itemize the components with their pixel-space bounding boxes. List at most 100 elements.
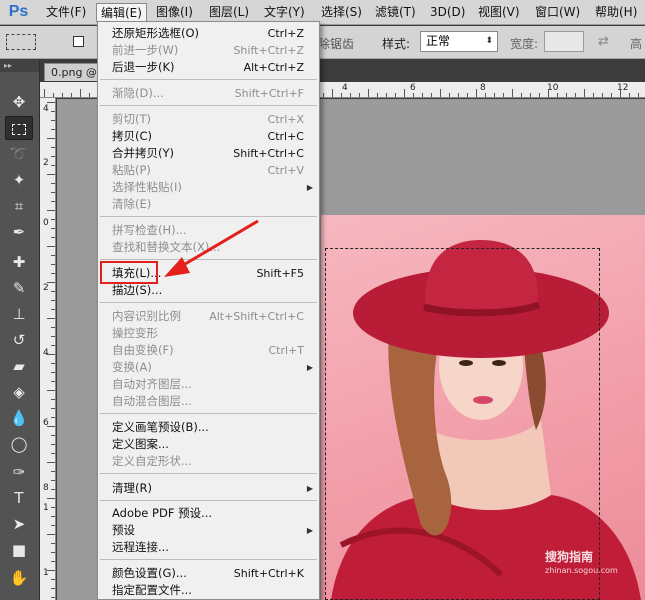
ruler-tick (71, 93, 72, 97)
menu-item-copy-merged[interactable]: 合并拷贝(Y) Shift+Ctrl+C (98, 145, 319, 162)
menu-item-define-shape[interactable]: 定义自定形状... (98, 453, 319, 470)
ruler-tick (80, 89, 81, 97)
menu-layer[interactable]: 图层(L) (205, 3, 253, 22)
ruler-tick (51, 588, 55, 589)
style-select[interactable]: 正常 ⬍ (420, 31, 498, 52)
clone-stamp-icon[interactable]: ⊥ (5, 302, 33, 326)
crop-icon[interactable]: ⌗ (5, 194, 33, 218)
menu-item-copy[interactable]: 拷贝(C) Ctrl+C (98, 128, 319, 145)
new-selection-icon[interactable] (73, 36, 84, 47)
menu-image[interactable]: 图像(I) (152, 3, 197, 22)
ruler-tick (47, 246, 55, 247)
dodge-icon[interactable]: ◯ (5, 432, 33, 456)
ruler-tick (44, 89, 45, 97)
eraser-icon[interactable]: ▰ (5, 354, 33, 378)
menu-item-content-aware-scale[interactable]: 内容识别比例 Alt+Shift+Ctrl+C (98, 308, 319, 325)
menu-edit[interactable]: 编辑(E) (96, 3, 147, 22)
menu-separator (100, 559, 317, 560)
ruler-tick (449, 93, 450, 97)
ruler-tick (51, 543, 55, 544)
marquee-preset-icon[interactable] (6, 34, 36, 50)
menu-view[interactable]: 视图(V) (474, 3, 524, 22)
menu-item-define-pattern[interactable]: 定义图案... (98, 436, 319, 453)
menu-separator (100, 500, 317, 501)
shape-icon[interactable]: ■ (5, 538, 33, 562)
ruler-tick (51, 381, 55, 382)
menu-window[interactable]: 窗口(W) (531, 3, 584, 22)
menu-file[interactable]: 文件(F) (42, 3, 90, 22)
menu-separator (100, 473, 317, 474)
magic-wand-icon[interactable]: ✦ (5, 168, 33, 192)
ruler-tick (51, 561, 55, 562)
menu-item-clear[interactable]: 清除(E) (98, 196, 319, 213)
menu-item-cut[interactable]: 剪切(T) Ctrl+X (98, 111, 319, 128)
menu-separator (100, 105, 317, 106)
paint-bucket-icon[interactable]: ◈ (5, 380, 33, 404)
menu-item-undo-marquee[interactable]: 还原矩形选框(O) Ctrl+Z (98, 25, 319, 42)
ruler-tick (47, 570, 55, 571)
toolbox-collapse-icon[interactable]: ▸▸ (0, 60, 39, 72)
ruler-tick (332, 89, 333, 97)
watermark-sub: zhinan.sogou.com (545, 566, 618, 575)
menu-item-free-transform[interactable]: 自由变换(F) Ctrl+T (98, 342, 319, 359)
ruler-tick (575, 93, 576, 97)
ruler-tick (51, 129, 55, 130)
ruler-tick (47, 138, 55, 139)
ruler-tick (51, 552, 55, 553)
ruler-number: 4 (43, 348, 49, 358)
menu-help[interactable]: 帮助(H) (591, 3, 641, 22)
ruler-tick (51, 435, 55, 436)
menu-item-remote-connections[interactable]: 远程连接... (98, 539, 319, 556)
brush-icon[interactable]: ✎ (5, 276, 33, 300)
eyedropper-icon[interactable]: ✒ (5, 220, 33, 244)
document-tab[interactable]: 0.png @ (44, 63, 100, 81)
menu-item-purge[interactable]: 清理(R) ▶ (98, 480, 319, 497)
toolbox: ▸▸ ✥ ➰ ✦ ⌗ ✒ ✚ ✎ ⊥ ↺ ▰ ◈ 💧 ◯ ✑ T ➤ ■ ✋ (0, 60, 40, 600)
menu-filter[interactable]: 滤镜(T) (371, 3, 420, 22)
width-input[interactable] (544, 31, 584, 52)
type-icon[interactable]: T (5, 486, 33, 510)
menu-item-define-brush[interactable]: 定义画笔预设(B)... (98, 419, 319, 436)
menu-select[interactable]: 选择(S) (317, 3, 366, 22)
menu-item-assign-profile[interactable]: 指定配置文件... (98, 582, 319, 599)
ruler-tick (485, 93, 486, 97)
menu-type[interactable]: 文字(Y) (260, 3, 309, 22)
hand-icon[interactable]: ✋ (5, 566, 33, 590)
submenu-arrow-icon: ▶ (306, 484, 313, 493)
menu-item-step-backward[interactable]: 后退一步(K) Alt+Ctrl+Z (98, 59, 319, 76)
menu-3d[interactable]: 3D(D) (426, 3, 469, 22)
ruler-tick (47, 462, 55, 463)
menu-item-puppet-warp[interactable]: 操控变形 (98, 325, 319, 342)
ruler-tick (47, 174, 55, 175)
move-icon[interactable]: ✥ (5, 90, 33, 114)
healing-brush-icon[interactable]: ✚ (5, 250, 33, 274)
menu-item-color-settings[interactable]: 颜色设置(G)... Shift+Ctrl+K (98, 565, 319, 582)
pen-icon[interactable]: ✑ (5, 460, 33, 484)
menu-item-presets[interactable]: 预设 ▶ (98, 522, 319, 539)
ruler-tick (539, 93, 540, 97)
lasso-icon[interactable]: ➰ (5, 142, 33, 166)
ruler-tick (413, 93, 414, 97)
ruler-tick (638, 93, 639, 97)
swap-icon[interactable]: ⇄ (598, 34, 609, 49)
ruler-tick (89, 93, 90, 97)
blur-icon[interactable]: 💧 (5, 406, 33, 430)
menu-item-step-forward[interactable]: 前进一步(W) Shift+Ctrl+Z (98, 42, 319, 59)
menu-item-transform[interactable]: 变换(A) ▶ (98, 359, 319, 376)
ruler-tick (548, 89, 549, 97)
ruler-tick (62, 93, 63, 97)
history-brush-icon[interactable]: ↺ (5, 328, 33, 352)
ruler-tick (51, 273, 55, 274)
path-selection-icon[interactable]: ➤ (5, 512, 33, 536)
menu-item-paste[interactable]: 粘贴(P) Ctrl+V (98, 162, 319, 179)
menu-item-fade[interactable]: 渐隐(D)... Shift+Ctrl+F (98, 85, 319, 102)
menu-item-auto-align[interactable]: 自动对齐图层... (98, 376, 319, 393)
menu-item-paste-special[interactable]: 选择性粘贴(I) ▶ (98, 179, 319, 196)
marquee-icon[interactable] (5, 116, 33, 140)
menu-item-auto-blend[interactable]: 自动混合图层... (98, 393, 319, 410)
ruler-tick (620, 89, 621, 97)
ruler-tick (51, 336, 55, 337)
ruler-tick (359, 93, 360, 97)
menu-item-pdf-presets[interactable]: Adobe PDF 预设... (98, 505, 319, 522)
ruler-tick (557, 93, 558, 97)
